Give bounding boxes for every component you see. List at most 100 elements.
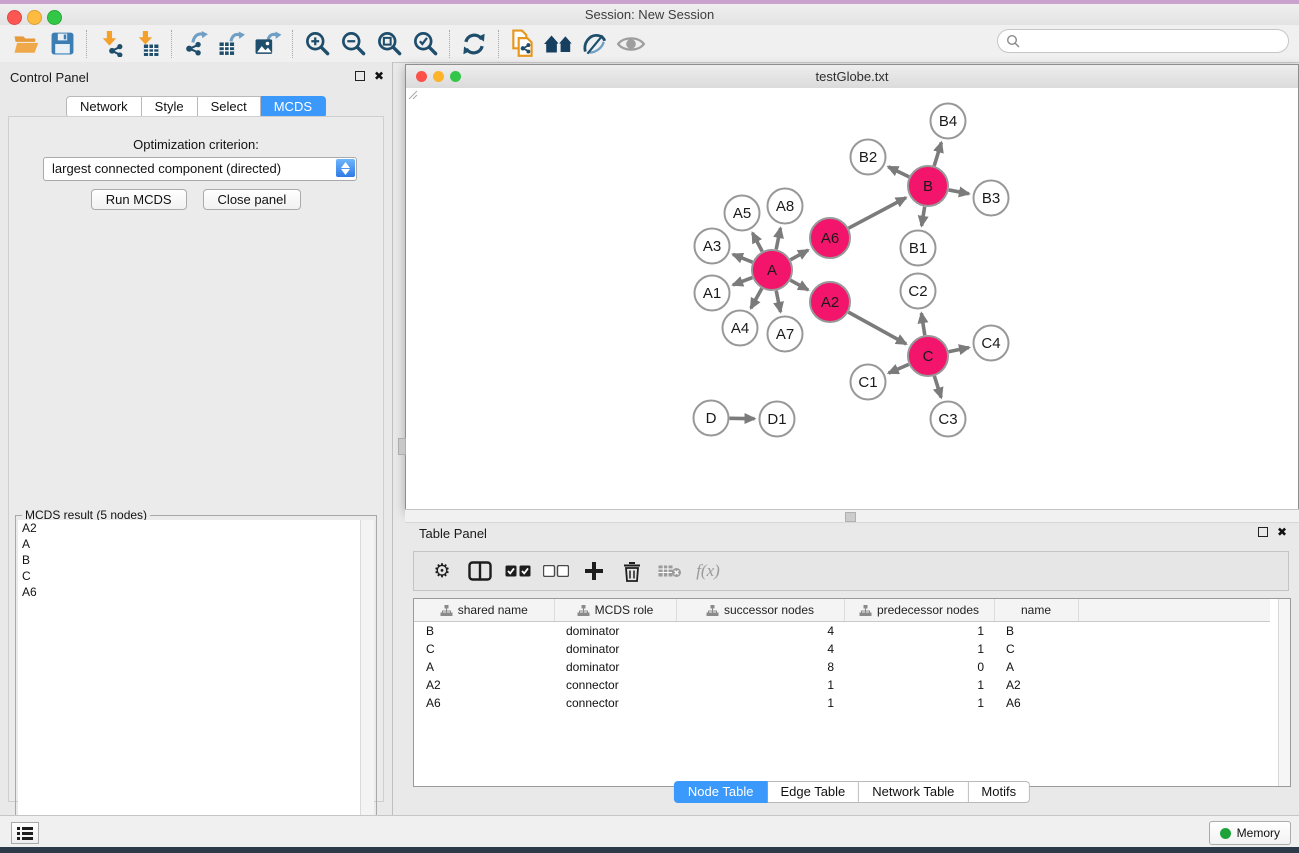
cell-predecessor-nodes[interactable]: 1 xyxy=(844,694,994,712)
run-mcds-button[interactable]: Run MCDS xyxy=(91,189,187,210)
table-row[interactable]: A6connector11A6 xyxy=(414,694,1270,712)
select-all-columns-icon[interactable] xyxy=(500,556,536,586)
float-panel-icon[interactable] xyxy=(355,71,365,81)
edge-A-A1[interactable] xyxy=(733,278,752,285)
edge-B-B3[interactable] xyxy=(949,190,969,194)
mcds-result-item[interactable]: A xyxy=(18,536,360,552)
edge-C-C3[interactable] xyxy=(934,376,941,398)
table-row[interactable]: Adominator80A xyxy=(414,658,1270,676)
import-table-icon[interactable] xyxy=(129,28,165,60)
task-history-button[interactable] xyxy=(11,822,39,844)
delete-column-icon[interactable] xyxy=(614,556,650,586)
horizontal-scrollbar-thumb[interactable] xyxy=(845,512,856,522)
refresh-icon[interactable] xyxy=(456,28,492,60)
edge-A-A3[interactable] xyxy=(733,254,753,262)
mcds-result-item[interactable]: A2 xyxy=(18,520,360,536)
cell-name[interactable]: A6 xyxy=(994,694,1078,712)
mcds-result-item[interactable]: C xyxy=(18,568,360,584)
cell-predecessor-nodes[interactable]: 1 xyxy=(844,622,994,641)
mcds-result-item[interactable]: A6 xyxy=(18,584,360,600)
resize-grip-icon[interactable] xyxy=(406,88,418,100)
edge-A-A8[interactable] xyxy=(776,228,780,249)
duplicate-network-icon[interactable] xyxy=(505,28,541,60)
cell-shared-name[interactable]: C xyxy=(414,640,554,658)
column-header-name[interactable]: name xyxy=(994,599,1078,622)
cell-shared-name[interactable]: A6 xyxy=(414,694,554,712)
table-row[interactable]: Cdominator41C xyxy=(414,640,1270,658)
float-table-panel-icon[interactable] xyxy=(1258,527,1268,537)
home-icon[interactable] xyxy=(541,28,577,60)
tab-network-table[interactable]: Network Table xyxy=(859,781,968,803)
edge-A-A5[interactable] xyxy=(752,233,762,252)
cell-successor-nodes[interactable]: 1 xyxy=(676,676,844,694)
cell-predecessor-nodes[interactable]: 0 xyxy=(844,658,994,676)
tab-style[interactable]: Style xyxy=(142,96,198,118)
tab-mcds[interactable]: MCDS xyxy=(261,96,326,118)
show-columns-icon[interactable] xyxy=(462,556,498,586)
table-row[interactable]: A2connector11A2 xyxy=(414,676,1270,694)
table-row[interactable]: Bdominator41B xyxy=(414,622,1270,641)
edge-A-A4[interactable] xyxy=(751,288,762,308)
hide-panels-icon[interactable] xyxy=(577,28,613,60)
cell-name[interactable]: C xyxy=(994,640,1078,658)
cell-MCDS-role[interactable]: dominator xyxy=(554,658,676,676)
cell-predecessor-nodes[interactable]: 1 xyxy=(844,640,994,658)
close-panel-button[interactable]: Close panel xyxy=(203,189,302,210)
edge-A-A7[interactable] xyxy=(776,291,780,312)
edge-C-C2[interactable] xyxy=(921,313,924,335)
search-input[interactable] xyxy=(1024,31,1283,51)
edge-C-C1[interactable] xyxy=(889,364,909,373)
zoom-fit-icon[interactable] xyxy=(371,28,407,60)
unselect-all-columns-icon[interactable] xyxy=(538,556,574,586)
cell-name[interactable]: A xyxy=(994,658,1078,676)
memory-button[interactable]: Memory xyxy=(1209,821,1291,845)
import-network-icon[interactable] xyxy=(93,28,129,60)
close-table-panel-icon[interactable]: ✖ xyxy=(1277,527,1287,537)
open-session-icon[interactable] xyxy=(8,28,44,60)
cell-name[interactable]: B xyxy=(994,622,1078,641)
edge-A-A2[interactable] xyxy=(790,280,808,290)
cell-successor-nodes[interactable]: 1 xyxy=(676,694,844,712)
zoom-selected-icon[interactable] xyxy=(407,28,443,60)
table-settings-gear-icon[interactable]: ⚙ xyxy=(424,556,460,586)
edge-B-B2[interactable] xyxy=(888,167,909,177)
edge-A2-C[interactable] xyxy=(848,312,906,344)
export-image-icon[interactable] xyxy=(250,28,286,60)
mcds-result-item[interactable]: B xyxy=(18,552,360,568)
show-eye-icon[interactable] xyxy=(613,28,649,60)
delete-table-icon[interactable] xyxy=(652,556,688,586)
table-scrollbar[interactable] xyxy=(1278,599,1290,786)
cell-successor-nodes[interactable]: 4 xyxy=(676,640,844,658)
cell-MCDS-role[interactable]: connector xyxy=(554,676,676,694)
cell-MCDS-role[interactable]: dominator xyxy=(554,622,676,641)
vertical-scrollbar-thumb[interactable] xyxy=(398,438,406,455)
cell-MCDS-role[interactable]: dominator xyxy=(554,640,676,658)
mcds-list-scrollbar[interactable] xyxy=(361,520,374,852)
tab-network[interactable]: Network xyxy=(66,96,142,118)
add-column-icon[interactable] xyxy=(576,556,612,586)
cell-shared-name[interactable]: A2 xyxy=(414,676,554,694)
save-session-icon[interactable] xyxy=(44,28,80,60)
criterion-select[interactable]: largest connected component (directed) xyxy=(43,157,357,181)
cell-shared-name[interactable]: B xyxy=(414,622,554,641)
cell-predecessor-nodes[interactable]: 1 xyxy=(844,676,994,694)
column-header-successor-nodes[interactable]: successor nodes xyxy=(676,599,844,622)
tab-edge-table[interactable]: Edge Table xyxy=(767,781,859,803)
cell-shared-name[interactable]: A xyxy=(414,658,554,676)
export-table-icon[interactable] xyxy=(214,28,250,60)
network-window-titlebar[interactable]: testGlobe.txt xyxy=(406,65,1298,89)
zoom-in-icon[interactable] xyxy=(299,28,335,60)
tab-node-table[interactable]: Node Table xyxy=(674,781,768,803)
zoom-out-icon[interactable] xyxy=(335,28,371,60)
column-header-predecessor-nodes[interactable]: predecessor nodes xyxy=(844,599,994,622)
cell-MCDS-role[interactable]: connector xyxy=(554,694,676,712)
edge-B-B1[interactable] xyxy=(922,207,925,226)
cell-successor-nodes[interactable]: 4 xyxy=(676,622,844,641)
edge-A6-B[interactable] xyxy=(849,198,906,228)
edge-B-B4[interactable] xyxy=(934,143,941,166)
tab-motifs[interactable]: Motifs xyxy=(968,781,1030,803)
attribute-table[interactable]: shared nameMCDS rolesuccessor nodesprede… xyxy=(414,599,1270,712)
network-canvas[interactable]: B4B2BB3A8A5A6A3B1AC2A1A2A4A7C4CC1DD1C3 xyxy=(406,88,1298,509)
tab-select[interactable]: Select xyxy=(198,96,261,118)
edge-A-A6[interactable] xyxy=(790,250,808,260)
